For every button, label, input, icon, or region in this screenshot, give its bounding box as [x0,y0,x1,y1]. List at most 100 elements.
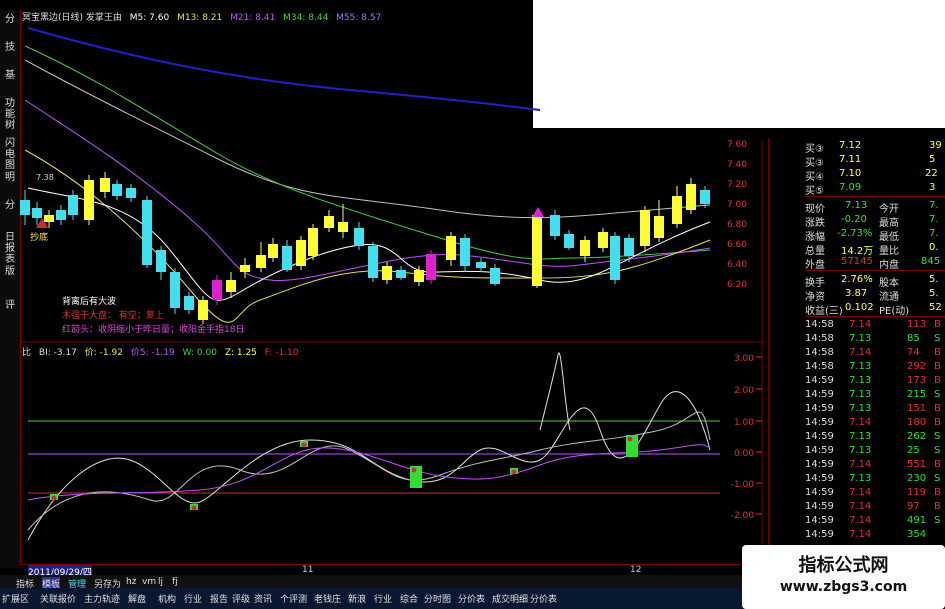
watermark: 指标公式网 www.zbgs3.com [742,545,945,609]
f-value: F: -1.10 [264,348,299,358]
quote-value: 52 [929,302,942,313]
tab-flash-chart[interactable]: 闪电图 [2,138,18,171]
quote-key: 最低 [879,232,899,243]
quote-key: 今开 [879,204,899,215]
signal-dot-icon [411,467,417,473]
bottom-menu-item[interactable]: 老钱庄 [314,592,341,605]
bottom-menu-item[interactable]: 分价表 [458,592,485,605]
candle-body [598,232,608,248]
bid-row: 买③ 7.11 5 [769,154,945,169]
tick-direction: S [934,431,941,442]
bottom-menu-item[interactable]: 个评测 [280,592,307,605]
divider [805,270,945,271]
tab-technical[interactable]: 技 [2,42,18,53]
tick-price: 7.13 [849,375,872,386]
bottom-menu-item[interactable]: 机构 [158,592,176,605]
moving-average-lines [24,27,711,323]
bottom-menu-item[interactable]: 行业 [184,592,202,605]
tab-vm[interactable]: vm [142,577,156,587]
bottom-menu-item[interactable]: 分价表 [530,592,557,605]
quote-key: 现价 [805,204,825,215]
ma-line-2 [24,45,711,260]
bottom-menu-item[interactable]: 新浪 [348,592,366,605]
tick-time: 14:58 [805,333,834,344]
candle-body [490,268,500,284]
tab-fen[interactable]: 分 [2,14,18,25]
quote-value: 7. [929,214,939,225]
bottom-menu-item[interactable]: 资讯 [254,592,272,605]
tick-time: 14:58 [805,347,834,358]
tick-volume: 85 [907,333,920,344]
tab-fj[interactable]: fj [172,577,178,587]
left-tab-bar: 分 技 基 功能树 闪电图 明 分 日报表 版 评 [0,10,21,568]
quote-key: 量比 [879,246,899,257]
quote-key: 内盘 [879,260,899,271]
candle-body [226,280,236,292]
bottom-menu-item[interactable]: 扩展区 [2,592,29,605]
signal-dot-icon [191,505,197,511]
tab-lj[interactable]: lj [158,577,163,587]
tick-row: 14:58 7.13 292 B [769,361,945,374]
high-price-marker: 7.38 [36,173,54,182]
tick-time: 14:59 [805,529,834,540]
tick-price: 7.14 [849,515,872,526]
bid-price: 7.12 [839,140,862,151]
bottom-menu-item[interactable]: 行业 [374,592,392,605]
tick-time: 14:59 [805,501,834,512]
tick-volume: 262 [907,431,927,442]
tick-row: 14:59 7.14 180 B [769,417,945,430]
tab-ban[interactable]: 版 [2,266,18,277]
tab-daily-report[interactable]: 日报表 [2,232,18,265]
bottom-menu-item[interactable]: 成交明细 [492,592,528,605]
candle-body [368,246,378,278]
quote-key: 总量 [805,246,825,257]
tick-volume: 215 [907,389,927,400]
quote-key: 涨幅 [805,232,825,243]
tab-ming[interactable]: 明 [2,172,18,183]
candle-body [308,228,318,256]
candle-body [654,216,664,238]
legend-line-3: 红箭头：收阴缩小于昨日量；收阳金手指18日 [62,325,245,335]
bottom-menu-item[interactable]: 报告 [210,592,228,605]
bid-label: 买④ [805,172,824,183]
tick-price: 7.13 [849,361,872,372]
bid-volume: 3 [929,182,936,193]
tick-time: 14:59 [805,375,834,386]
tick-volume: 491 [907,515,927,526]
tab-fundamental[interactable]: 基 [2,70,18,81]
quote-value: 2.76% [841,274,873,285]
candle-body [672,196,682,224]
quote-row: 涨跌 -0.20 最高 7. [769,214,945,229]
bottom-menu-item[interactable]: 综合 [400,592,418,605]
quote-value: 7.13 [845,200,868,211]
tick-time: 14:59 [805,487,834,498]
tab-function-tree[interactable]: 功能树 [2,98,18,131]
bottom-menu-item[interactable]: 分时图 [424,592,451,605]
tab-fen2[interactable]: 分 [2,200,18,211]
bottom-menu-item[interactable]: 主力轨迹 [84,592,120,605]
bottom-menu-item[interactable]: 关联报价 [40,592,76,605]
bottom-menu-item[interactable]: 解盘 [128,592,146,605]
tick-time: 14:59 [805,431,834,442]
tick-direction: B [934,487,941,498]
tick-volume: 292 [907,361,927,372]
tick-volume: 230 [907,473,927,484]
quote-key: 最高 [879,218,899,229]
candle-body [256,255,266,268]
candle-body [686,184,696,210]
bid-row: 买③ 7.12 39 [769,140,945,155]
tab-hz[interactable]: hz [126,577,136,587]
signal-star-icon [532,207,544,217]
candle-body [382,266,392,280]
ma55-value: M55: 8.57 [336,13,382,23]
candle-body [564,234,574,248]
tab-ping[interactable]: 评 [2,300,18,311]
tick-price: 7.13 [849,473,872,484]
signal-dot-icon [301,442,307,448]
candle-body [610,236,620,280]
kline-chart[interactable]: 7.60 7.40 7.20 7.00 6.80 6.60 6.40 6.20 3.00 2.0… [20,10,765,565]
candle-body [460,238,470,266]
quote-key: 收益(三) [805,306,843,317]
ma21-value: M21: 8.41 [230,13,276,23]
bottom-menu-item[interactable]: 评级 [232,592,250,605]
